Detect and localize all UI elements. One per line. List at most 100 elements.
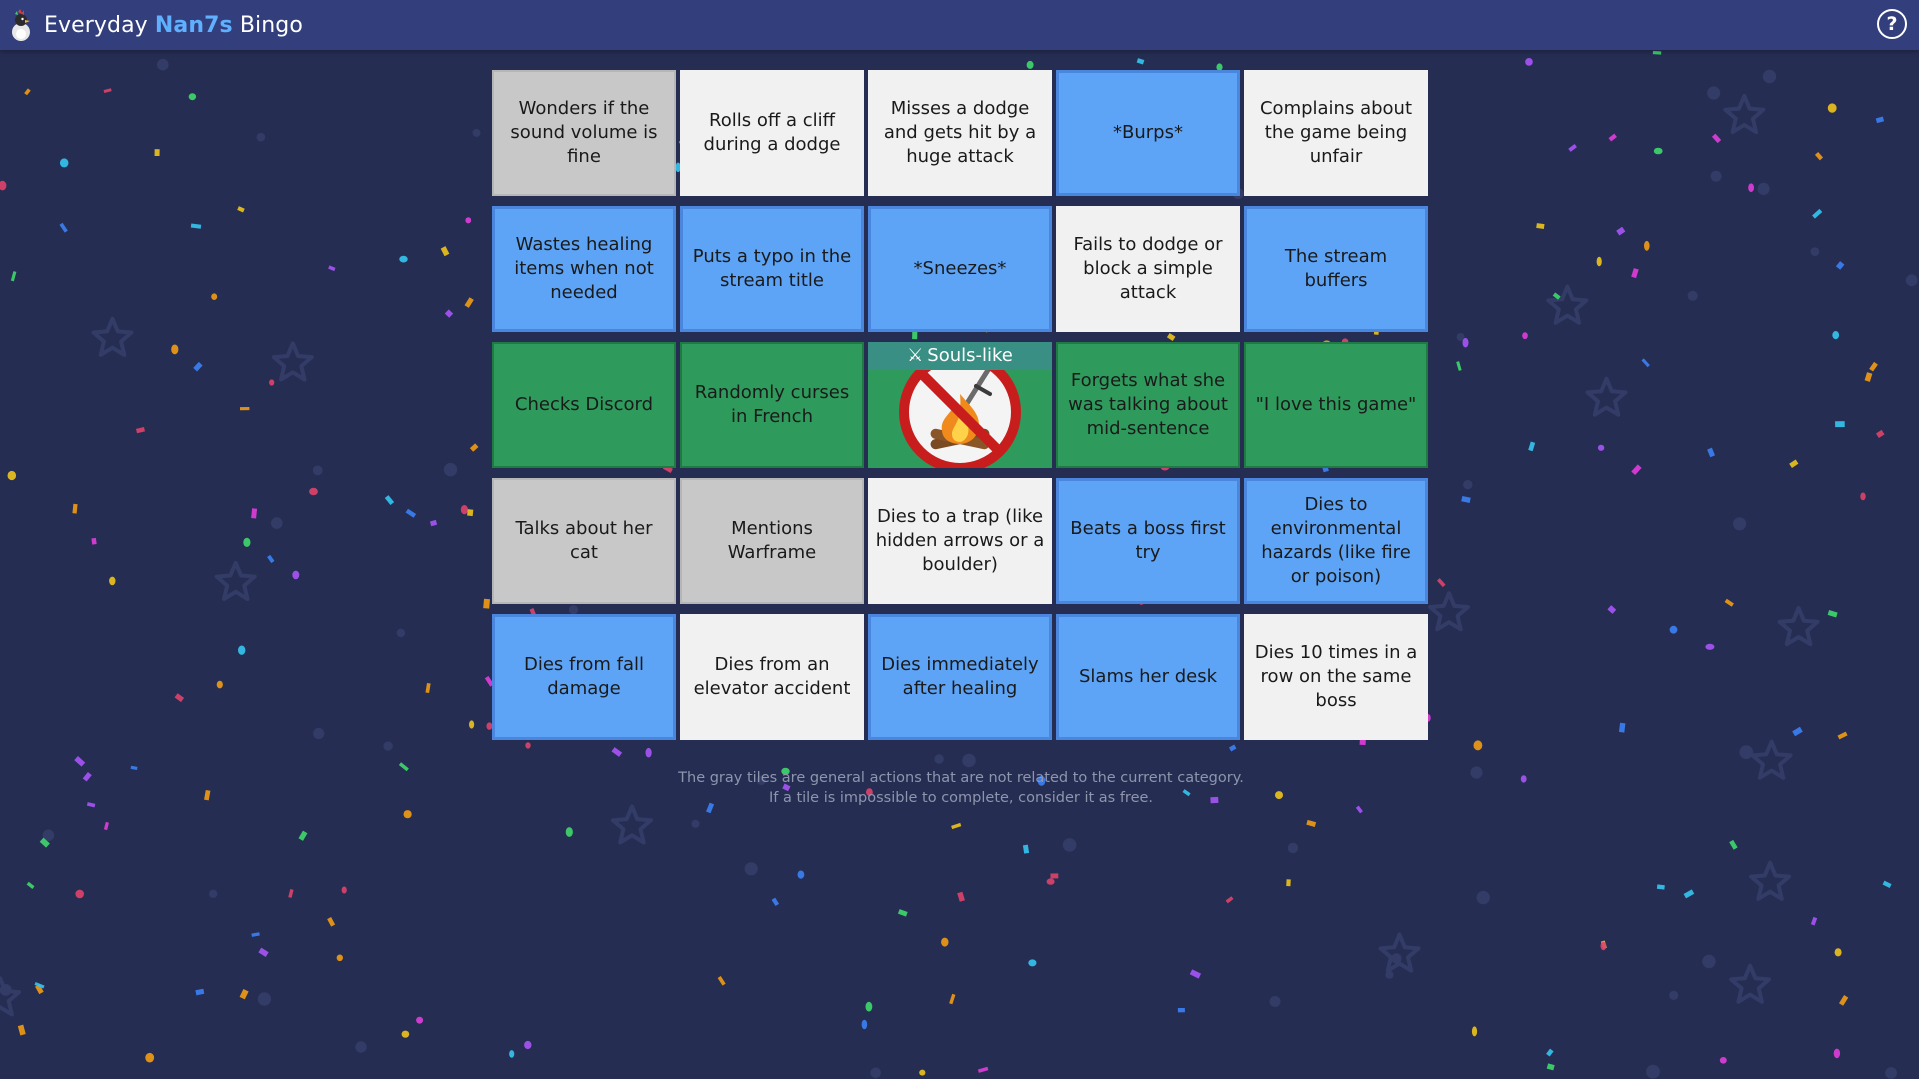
confetti-piece <box>399 255 408 263</box>
bingo-tile[interactable]: Rolls off a cliff during a dodge <box>680 70 864 196</box>
background-star <box>1546 284 1589 325</box>
footnote-line-2: If a tile is impossible to complete, con… <box>768 790 1154 806</box>
confetti-piece <box>288 889 294 898</box>
bingo-tile[interactable]: Wonders if the sound volume is fine <box>492 70 676 196</box>
confetti-piece <box>1724 598 1734 607</box>
confetti-piece <box>59 158 69 168</box>
free-center-tile[interactable]: ⚔ Souls-like <box>868 342 1052 468</box>
confetti-piece <box>1026 60 1034 69</box>
rooster-mascot-icon <box>12 9 30 41</box>
bingo-tile[interactable]: The stream buffers <box>1244 206 1428 332</box>
tile-label: Dies 10 times in a row on the same boss <box>1254 642 1418 711</box>
background-star <box>1378 932 1421 973</box>
background-dot <box>1391 953 1402 964</box>
bingo-tile[interactable]: Dies to environmental hazards (like fire… <box>1244 478 1428 604</box>
confetti-piece <box>39 837 50 848</box>
category-banner: ⚔ Souls-like <box>868 342 1052 370</box>
confetti-piece <box>1748 183 1754 192</box>
confetti-piece <box>398 762 409 772</box>
tile-label: The stream buffers <box>1284 246 1388 291</box>
background-dot <box>870 1067 881 1079</box>
confetti-piece <box>469 443 479 452</box>
confetti-piece <box>1711 133 1722 144</box>
help-icon: ? <box>1886 13 1898 35</box>
confetti-piece <box>384 495 395 506</box>
background-star <box>1723 93 1766 135</box>
background-dot <box>313 727 325 740</box>
confetti-piece <box>216 680 223 689</box>
confetti-piece <box>403 810 412 819</box>
confetti-piece <box>174 693 185 703</box>
bingo-tile[interactable]: Dies from fall damage <box>492 614 676 740</box>
confetti-piece <box>1597 444 1605 451</box>
bingo-tile[interactable]: *Sneezes* <box>868 206 1052 332</box>
bingo-tile[interactable]: Fails to dodge or block a simple attack <box>1056 206 1240 332</box>
background-dot <box>1702 954 1716 969</box>
bingo-tile[interactable]: Misses a dodge and gets hit by a huge at… <box>868 70 1052 196</box>
confetti-piece <box>771 897 780 907</box>
confetti-piece <box>251 932 260 937</box>
confetti-piece <box>1600 941 1607 951</box>
help-button[interactable]: ? <box>1877 9 1907 39</box>
bingo-tile[interactable]: Beats a boss first try <box>1056 478 1240 604</box>
bingo-tile[interactable]: Dies to a trap (like hidden arrows or a … <box>868 478 1052 604</box>
background-dot <box>312 465 323 476</box>
confetti-piece <box>59 222 68 233</box>
confetti-piece <box>1719 1057 1727 1064</box>
confetti-piece <box>211 293 218 301</box>
confetti-piece <box>1644 240 1650 251</box>
confetti-piece <box>1608 133 1617 142</box>
confetti-piece <box>1189 969 1202 979</box>
background-star <box>1585 376 1628 417</box>
confetti-piece <box>405 508 417 518</box>
background-dot <box>209 889 218 898</box>
confetti-piece <box>130 765 138 770</box>
confetti-piece <box>7 470 17 481</box>
bingo-tile[interactable]: Dies immediately after healing <box>868 614 1052 740</box>
confetti-piece <box>145 1052 155 1063</box>
confetti-piece <box>429 519 438 527</box>
crossed-swords-icon: ⚔ <box>907 345 924 366</box>
confetti-piece <box>1864 372 1873 382</box>
bingo-tile[interactable]: Dies 10 times in a row on the same boss <box>1244 614 1428 740</box>
confetti-piece <box>1616 226 1626 236</box>
bingo-tile[interactable]: Mentions Warframe <box>680 478 864 604</box>
bingo-tile[interactable]: Complains about the game being unfair <box>1244 70 1428 196</box>
confetti-piece <box>1839 995 1849 1006</box>
confetti-piece <box>1631 268 1639 279</box>
bingo-tile[interactable]: Puts a typo in the stream title <box>680 206 864 332</box>
bingo-tile[interactable]: Talks about her cat <box>492 478 676 604</box>
background-dot <box>1476 890 1490 905</box>
bingo-tile[interactable]: Randomly curses in French <box>680 342 864 468</box>
confetti-piece <box>1669 625 1678 634</box>
confetti-piece <box>1461 495 1471 504</box>
confetti-piece <box>82 771 92 782</box>
confetti-piece <box>1546 1063 1555 1071</box>
background-star <box>610 804 653 845</box>
confetti-piece <box>1522 332 1528 340</box>
bingo-tile[interactable]: *Burps* <box>1056 70 1240 196</box>
background-dot <box>1810 247 1820 256</box>
background-dot <box>1885 1067 1897 1079</box>
confetti-piece <box>1471 1026 1478 1037</box>
bingo-tile[interactable]: Checks Discord <box>492 342 676 468</box>
confetti-piece <box>86 802 96 808</box>
confetti-piece <box>188 93 197 101</box>
confetti-piece <box>1136 58 1145 65</box>
tile-label: *Sneezes* <box>913 258 1007 279</box>
bingo-tile[interactable]: Dies from an elevator accident <box>680 614 864 740</box>
confetti-piece <box>1812 208 1823 219</box>
confetti-piece <box>1228 744 1237 752</box>
background-dot <box>934 754 944 764</box>
bingo-tile[interactable]: Wastes healing items when not needed <box>492 206 676 332</box>
background-star <box>1428 591 1470 632</box>
tile-label: "I love this game" <box>1255 394 1417 415</box>
board-footnote: The gray tiles are general actions that … <box>492 768 1430 808</box>
background-dot <box>1739 745 1754 760</box>
background-dot <box>691 819 700 829</box>
tile-label: Dies from fall damage <box>523 654 644 699</box>
background-dot <box>257 992 272 1006</box>
bingo-tile[interactable]: Forgets what she was talking about mid-s… <box>1056 342 1240 468</box>
bingo-tile[interactable]: "I love this game" <box>1244 342 1428 468</box>
bingo-tile[interactable]: Slams her desk <box>1056 614 1240 740</box>
